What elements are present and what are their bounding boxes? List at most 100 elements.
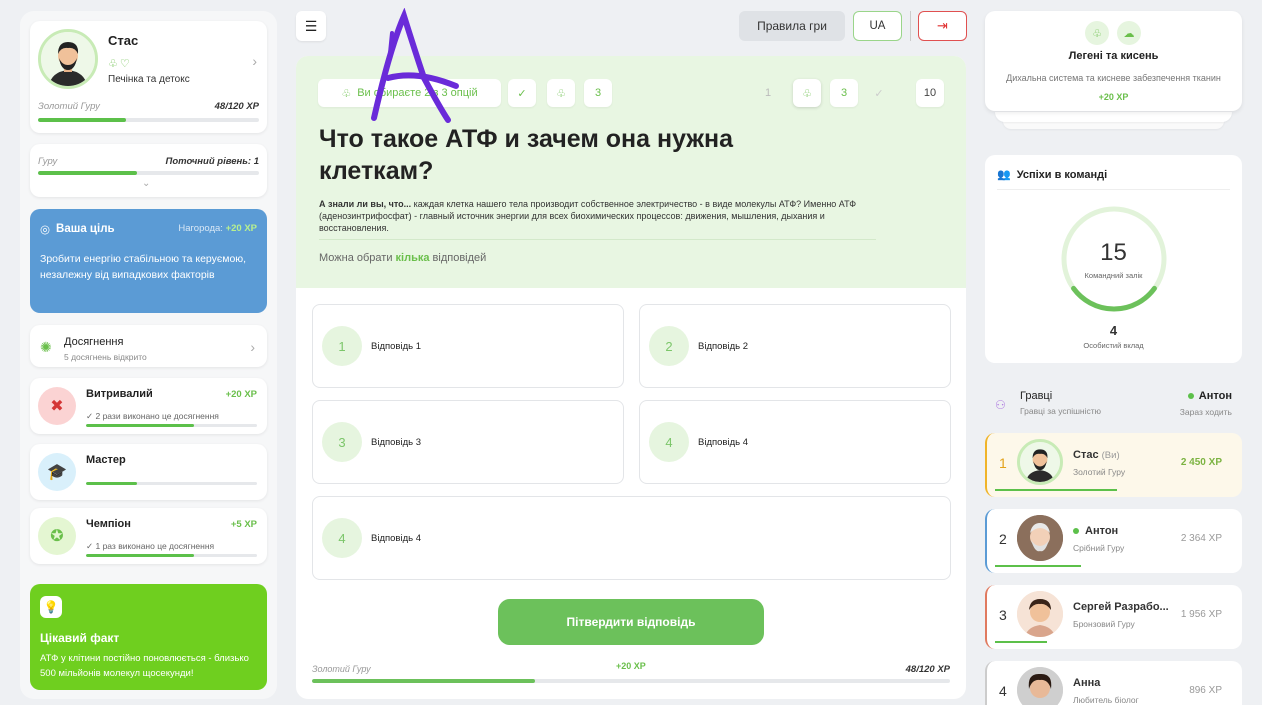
profile-name: Стас: [108, 33, 139, 48]
nav-step-total[interactable]: 10: [916, 79, 944, 107]
count-pill: 3: [584, 79, 612, 107]
divider: [910, 11, 911, 41]
player-row[interactable]: 1 Стас (Ви) Золотий Гуру 2 450 XP: [985, 433, 1242, 497]
topic-xp: +20 XP: [1098, 92, 1129, 102]
avatar: [1017, 667, 1063, 705]
achievement-card[interactable]: ✖ Витривалий +20 XP ✓ 2 рази виконано це…: [30, 378, 267, 434]
profile-card[interactable]: Стас ♧♡ Печінка та детокс › Золотий Гуру…: [30, 21, 267, 133]
fact-text: АТФ у клітини постійно поновлюється - бл…: [40, 653, 249, 679]
lungs-button[interactable]: ♧: [547, 79, 575, 107]
profile-xp: 48/120 XP: [214, 101, 259, 112]
personal-score-label: Особистий вклад: [1083, 341, 1144, 350]
current-level: Поточний рівень: 1: [165, 156, 259, 167]
check-icon: ✓: [517, 87, 527, 100]
rules-button[interactable]: Правила гри: [739, 11, 845, 41]
lungs-icon: ♧: [802, 87, 812, 100]
achievement-card[interactable]: 🎓 Мастер: [30, 444, 267, 500]
avatar: [1017, 515, 1063, 561]
hammer-wrench-icon: ✖: [38, 387, 76, 425]
medal-icon: ✪: [38, 517, 76, 555]
oxygen-icon: ☁: [1117, 21, 1141, 45]
question-description: А знали ли вы, что... каждая клетка наше…: [319, 199, 857, 233]
goal-card: ◎ Ваша ціль Нагорода: +20 XP Зробити ене…: [30, 209, 267, 313]
footer-xp: 48/120 XP: [905, 664, 950, 675]
question-panel: ♧ Ви обираєте 2 з 3 опцій ✓ ♧ 3 1 ♧ 3 ✓ …: [296, 56, 966, 699]
topic-description: Дихальна система та кисневе забезпечення…: [1006, 73, 1221, 83]
hamburger-icon: ☰: [304, 17, 318, 34]
level-progress-bar: [38, 171, 259, 175]
footer-xp-gain: +20 XP: [616, 661, 646, 671]
nav-step-current[interactable]: ♧: [793, 79, 821, 107]
logout-icon: ⇥: [937, 18, 948, 33]
question-hint: Можна обрати кілька відповідей: [319, 252, 487, 264]
team-title: Успіхи в команді: [1016, 168, 1108, 181]
players-title: Гравці: [1020, 390, 1053, 402]
players-icon: ⚇: [995, 398, 1006, 412]
achievement-card[interactable]: ✪ Чемпіон +5 XP ✓ 1 раз виконано це дося…: [30, 508, 267, 564]
achievements-subtitle: 5 досягнень відкрито: [64, 352, 147, 362]
team-card: 👥 Успіхи в команді 15 Командний залік 4 …: [985, 155, 1242, 363]
achievements-header[interactable]: ✺ Досягнення 5 досягнень відкрито ›: [30, 325, 267, 367]
current-player: Антон: [1187, 390, 1232, 402]
left-sidebar: Стас ♧♡ Печінка та детокс › Золотий Гуру…: [20, 11, 277, 699]
answer-option[interactable]: 3 Відповідь 3: [312, 400, 624, 484]
goal-title: Ваша ціль: [56, 223, 115, 235]
team-score: 15: [1100, 239, 1127, 266]
answer-option[interactable]: 4 Відповідь 4: [312, 496, 951, 580]
level-card[interactable]: Гуру Поточний рівень: 1 ⌄: [30, 144, 267, 197]
nav-step-done[interactable]: ✓: [867, 79, 891, 107]
heart-icon: ♡: [119, 58, 132, 70]
fact-title: Цікавий факт: [40, 631, 120, 645]
bug-icon: ✺: [40, 339, 52, 355]
profile-progress-bar: [38, 118, 259, 122]
player-row[interactable]: 3 Сергей Разрабо... Бронзовий Гуру 1 956…: [985, 585, 1242, 649]
question-title: Что такое АТФ и зачем она нужна клеткам?: [319, 125, 734, 185]
footer-rank: Золотий Гуру: [312, 664, 371, 674]
target-icon: ◎: [40, 224, 51, 236]
chevron-right-icon[interactable]: ›: [252, 53, 257, 69]
lungs-icon: ♧: [1085, 21, 1109, 45]
profile-rank: Золотий Гуру: [38, 101, 100, 112]
selection-status-pill: ♧ Ви обираєте 2 з 3 опцій: [318, 79, 501, 107]
submit-answer-button[interactable]: Пітвердити відповідь: [498, 599, 764, 645]
player-row[interactable]: 2 Антон Срібний Гуру 2 364 XP: [985, 509, 1242, 573]
language-button[interactable]: UA: [853, 11, 902, 41]
nav-step[interactable]: 3: [830, 79, 858, 107]
players-subtitle: Гравці за успішністю: [1020, 406, 1102, 416]
goal-reward: Нагорода: +20 XP: [178, 223, 257, 234]
chevron-right-icon[interactable]: ›: [250, 339, 255, 355]
organ-icons: ♧♡: [108, 57, 132, 70]
check-button[interactable]: ✓: [508, 79, 536, 107]
lightbulb-icon: 💡: [40, 596, 62, 618]
lungs-icon: ♧: [108, 58, 120, 70]
answer-option[interactable]: 1 Відповідь 1: [312, 304, 624, 388]
graduation-cap-icon: 🎓: [38, 453, 76, 491]
team-icon: 👥: [997, 169, 1011, 181]
topic-title: Легені та кисень: [1068, 50, 1159, 62]
footer-progress-bar: [312, 679, 950, 683]
lungs-icon: ♧: [341, 87, 352, 100]
team-score-label: Командний залік: [1084, 271, 1143, 280]
level-rank: Гуру: [38, 156, 58, 167]
chevron-down-icon[interactable]: ⌄: [142, 178, 150, 189]
achievements-title: Досягнення: [64, 336, 124, 348]
fact-card: 💡 Цікавий факт АТФ у клітини постійно по…: [30, 584, 267, 690]
goal-text: Зробити енергію стабільною та керуємою, …: [40, 253, 247, 281]
avatar: [1017, 591, 1063, 637]
player-row[interactable]: 4 Анна Любитель біолог 896 XP: [985, 661, 1242, 705]
players-panel: ⚇ Гравці Гравці за успішністю Антон Зара…: [985, 378, 1242, 705]
topic-card[interactable]: ♧ ☁ Легені та кисень Дихальна система та…: [985, 11, 1242, 111]
logout-button[interactable]: ⇥: [918, 11, 967, 41]
avatar: [1017, 439, 1063, 485]
check-icon: ✓: [874, 87, 884, 100]
profile-subtitle: Печінка та детокс: [108, 74, 190, 85]
lungs-icon: ♧: [556, 87, 566, 100]
nav-step[interactable]: 1: [756, 79, 780, 107]
personal-score: 4: [1109, 323, 1118, 338]
answer-option[interactable]: 2 Відповідь 2: [639, 304, 951, 388]
question-header: ♧ Ви обираєте 2 з 3 опцій ✓ ♧ 3 1 ♧ 3 ✓ …: [296, 56, 966, 288]
answer-option[interactable]: 4 Відповідь 4: [639, 400, 951, 484]
current-player-label: Зараз ходить: [1179, 407, 1232, 417]
avatar: [38, 29, 98, 89]
menu-button[interactable]: ☰: [296, 11, 326, 41]
